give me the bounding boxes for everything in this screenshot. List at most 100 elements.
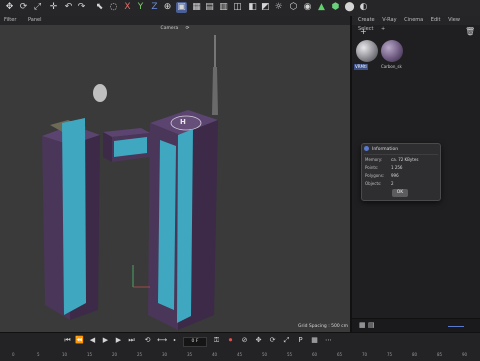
material-vrmtl[interactable]	[356, 40, 378, 62]
move-icon[interactable]: ✥	[4, 2, 15, 13]
grid-spacing: Grid Spacing : 500 cm	[298, 324, 349, 329]
cube-icon[interactable]: ◧	[247, 2, 258, 13]
menu-create[interactable]: Create	[358, 17, 375, 23]
timeline-tick: 35	[187, 352, 193, 357]
trash-icon[interactable]: 🗑	[465, 27, 475, 36]
deformer-icon[interactable]: ◉	[302, 2, 313, 13]
row-value: 1 256	[391, 165, 403, 170]
timeline-tick: 50	[262, 352, 268, 357]
timeline-tick: 80	[412, 352, 418, 357]
menu-edit[interactable]: Edit	[431, 17, 441, 23]
undo-icon[interactable]: ↶	[63, 2, 74, 13]
select-icon[interactable]: ⬉	[94, 2, 105, 13]
nurbs-icon[interactable]: ☼	[273, 2, 284, 13]
material-carbon[interactable]	[381, 40, 403, 62]
picture-viewer-icon[interactable]: ◫	[232, 2, 243, 13]
range-icon[interactable]: ⟷	[157, 336, 167, 345]
right-tower-windows-side	[177, 129, 193, 323]
scene-icon[interactable]: ▲	[316, 2, 327, 13]
timeline-tick: 65	[337, 352, 343, 357]
material-footer: ▦ ▤	[352, 318, 480, 333]
viewport[interactable]: H	[0, 25, 350, 332]
camera-name[interactable]: Camera	[161, 26, 179, 31]
dialog-row: Points: 1 256	[365, 165, 439, 170]
dialog-row: Polygons: 996	[365, 173, 439, 178]
row-key: Polygons:	[365, 173, 385, 178]
key-pla-icon[interactable]: ▦	[310, 336, 319, 345]
frame-field[interactable]: 0 F	[183, 337, 207, 347]
row-value: ca. 72 KBytes	[391, 157, 419, 162]
key-rot-icon[interactable]: ⟳	[268, 336, 277, 345]
zoom-slider[interactable]	[448, 326, 464, 327]
main-toolbar: ✥ ⟳ ⤢ ✛ ↶ ↷ ⬉ ◌ X Y Z ⊕ ▣ ▦ ▤ ▥ ◫ ◧ ◩ ☼ …	[0, 0, 480, 17]
keyframe-icon[interactable]: ⬩	[170, 336, 179, 345]
model-icon[interactable]: ▣	[176, 2, 187, 13]
x-axis-icon[interactable]: X	[122, 2, 133, 13]
information-dialog: Information Memory: ca. 72 KBytes Points:…	[361, 143, 441, 201]
material-menu: Create V-Ray Cinema Edit View Select +	[352, 16, 480, 32]
menu-vray[interactable]: V-Ray	[382, 17, 396, 23]
redo-icon[interactable]: ↷	[76, 2, 87, 13]
autokey-icon[interactable]: ⊘	[240, 336, 249, 345]
go-start-icon[interactable]: ⏮	[63, 336, 72, 345]
camera-suffix[interactable]: ⟳	[186, 26, 190, 31]
dialog-title: Information	[364, 145, 438, 155]
row-value: 2	[391, 181, 394, 186]
key-scale-icon[interactable]: ⤢	[282, 336, 291, 345]
material-label[interactable]: VRMtl	[354, 64, 368, 70]
ok-button[interactable]: OK	[392, 189, 408, 197]
go-end-icon[interactable]: ⏭	[127, 336, 136, 345]
row-value: 996	[391, 173, 399, 178]
prev-frame-icon[interactable]: ◀	[88, 336, 97, 345]
y-axis-icon[interactable]: Y	[135, 2, 146, 13]
list-view-icon[interactable]: ▤	[368, 321, 375, 329]
loop-icon[interactable]: ⟲	[143, 336, 152, 345]
prev-key-icon[interactable]: ⏪	[75, 336, 84, 345]
menu-filter[interactable]: Filter	[4, 17, 16, 23]
camera-label: Camera ⟳	[0, 26, 350, 31]
transform-icon[interactable]: ✛	[48, 2, 59, 13]
timeline-tick: 20	[112, 352, 118, 357]
timeline-tick: 45	[237, 352, 243, 357]
dialog-title-text: Information	[372, 147, 399, 152]
timeline-tick: 30	[162, 352, 168, 357]
helipad-letter: H	[180, 118, 186, 126]
light-icon[interactable]: ⬤	[344, 2, 355, 13]
render-settings-icon[interactable]: ▥	[218, 2, 229, 13]
world-icon[interactable]: ⊕	[162, 2, 173, 13]
add-material-icon[interactable]: +	[360, 27, 367, 36]
timeline-tick: 70	[362, 352, 368, 357]
render-icon[interactable]: ▤	[204, 2, 215, 13]
timeline-tick: 10	[62, 352, 68, 357]
helipad	[170, 115, 202, 131]
rotate-icon[interactable]: ⟳	[18, 2, 29, 13]
grid-view-icon[interactable]: ▦	[359, 321, 366, 329]
spline-icon[interactable]: ◩	[260, 2, 271, 13]
dialog-row: Memory: ca. 72 KBytes	[365, 157, 439, 162]
record-icon[interactable]: ⏺	[226, 336, 235, 345]
timeline-tick: 75	[387, 352, 393, 357]
key-param-icon[interactable]: P	[296, 336, 305, 345]
array-icon[interactable]: ⬡	[288, 2, 299, 13]
camera-icon[interactable]: ⬢	[330, 2, 341, 13]
key-pos-icon[interactable]: ✥	[254, 336, 263, 345]
timeline-more-icon[interactable]: ⋯	[324, 336, 333, 345]
tag-icon[interactable]: ◐	[358, 2, 369, 13]
timeline-tick: 85	[437, 352, 443, 357]
row-key: Memory:	[365, 157, 383, 162]
live-select-icon[interactable]: ◌	[108, 2, 119, 13]
timeline-tick: 25	[137, 352, 143, 357]
z-axis-icon[interactable]: Z	[149, 2, 160, 13]
play-icon[interactable]: ▶	[101, 336, 110, 345]
frame-icon[interactable]: ▦	[191, 2, 202, 13]
next-frame-icon[interactable]: ▶	[114, 336, 123, 345]
key-icon[interactable]: ⚿	[212, 336, 221, 345]
viewport-scene	[42, 35, 218, 330]
info-icon	[364, 146, 369, 151]
menu-view[interactable]: View	[448, 17, 460, 23]
menu-plus[interactable]: +	[381, 26, 385, 32]
menu-panel[interactable]: Panel	[28, 17, 42, 23]
menu-cinema[interactable]: Cinema	[404, 17, 423, 23]
scale-icon[interactable]: ⤢	[32, 2, 43, 13]
material-label[interactable]: Carbon_sk	[380, 64, 403, 70]
